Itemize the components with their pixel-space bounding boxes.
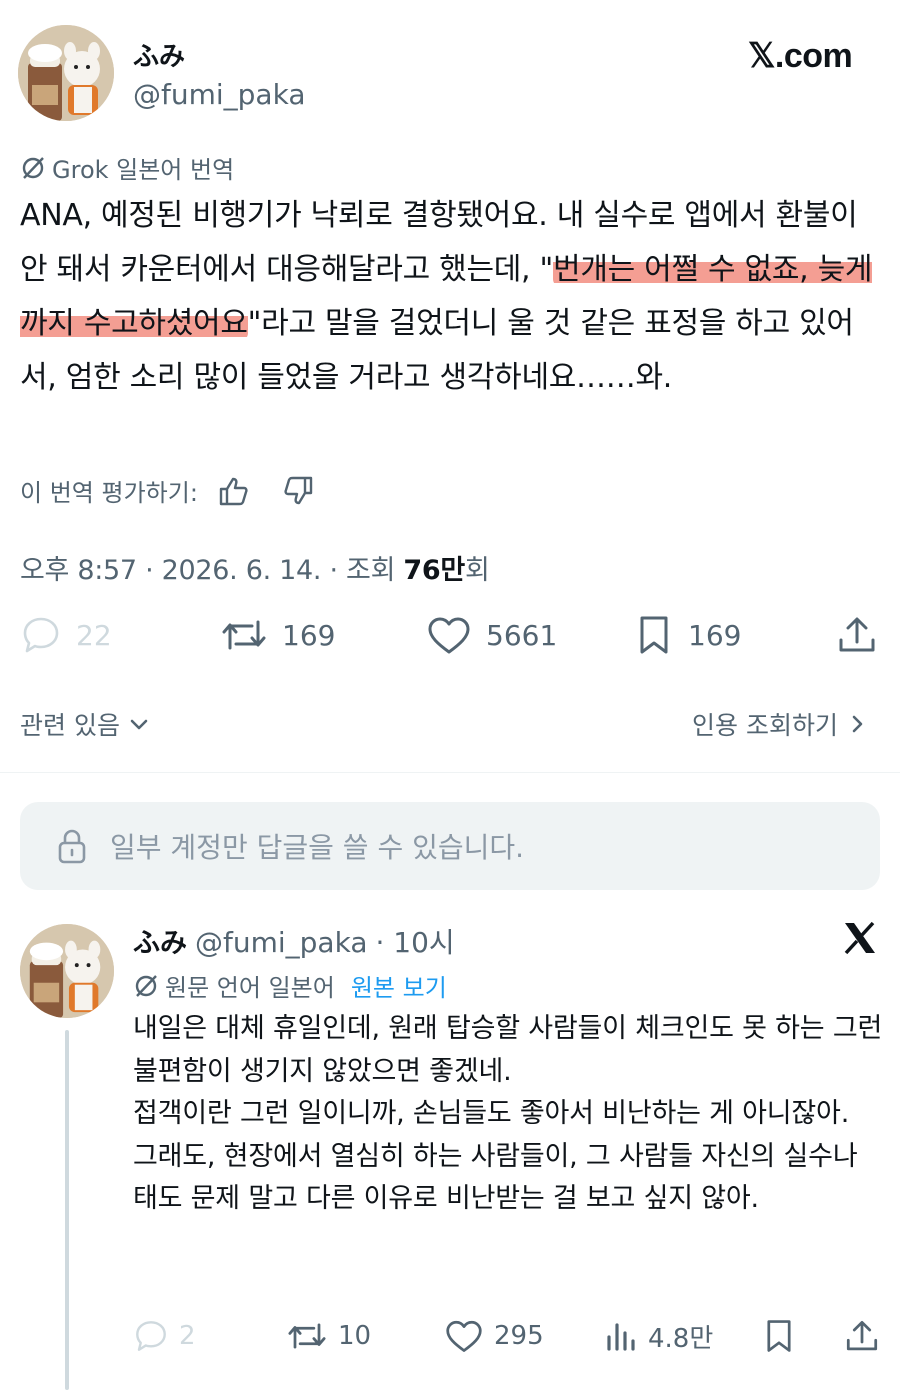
reply-reply-button[interactable]: 2 xyxy=(133,1318,196,1354)
repost-count: 169 xyxy=(282,618,336,652)
reply-avatar[interactable] xyxy=(20,924,114,1018)
reply-count: 22 xyxy=(76,618,112,652)
source-language: 원문 언어 일본어 xyxy=(165,974,335,1002)
translation-label-text: Grok 일본어 번역 xyxy=(52,156,235,184)
reply-translation-row: 원문 언어 일본어 원본 보기 xyxy=(133,968,447,1003)
like-count: 5661 xyxy=(486,618,558,652)
avatar[interactable] xyxy=(18,25,114,121)
reply-bookmark-button[interactable] xyxy=(762,1318,796,1354)
post-meta: 오후 8:57 · 2026. 6. 14. · 조회 76만회 xyxy=(20,548,490,587)
view-suffix: 회 xyxy=(464,555,490,586)
post-timestamp: 오후 8:57 · 2026. 6. 14. · 조회 xyxy=(20,555,404,586)
bookmark-count: 169 xyxy=(688,618,742,652)
divider xyxy=(0,772,900,773)
reply-restriction-text: 일부 계정만 답글을 쓸 수 있습니다. xyxy=(110,831,525,864)
reply-text: 내일은 대체 휴일인데, 원래 탑승할 사람들이 체크인도 못 하는 그런 불편… xyxy=(133,1013,883,1214)
share-button[interactable] xyxy=(836,614,878,656)
lock-icon xyxy=(56,827,88,865)
share-icon xyxy=(844,1318,880,1354)
share-icon xyxy=(836,614,878,656)
repost-icon xyxy=(286,1318,328,1354)
view-original-link[interactable]: 원본 보기 xyxy=(351,968,447,1003)
view-quotes-label: 인용 조회하기 xyxy=(692,711,838,740)
view-count: 76만 xyxy=(403,555,465,586)
bookmark-icon xyxy=(762,1318,796,1354)
translate-icon xyxy=(133,973,159,999)
like-button[interactable]: 5661 xyxy=(426,614,557,656)
post-text: ANA, 예정된 비행기가 낙뢰로 결항됐어요. 내 실수로 앱에서 환불이 안… xyxy=(20,189,882,405)
chevron-right-icon xyxy=(846,713,868,735)
reply-repost-button[interactable]: 10 xyxy=(286,1318,371,1354)
author-name[interactable]: ふみ xyxy=(133,36,185,73)
reply-header: ふみ @fumi_paka · 10시 xyxy=(133,921,455,961)
reply-time[interactable]: · 10시 xyxy=(375,921,454,961)
repost-button[interactable]: 169 xyxy=(220,614,335,656)
thumbs-down-icon[interactable] xyxy=(282,474,316,508)
grok-icon xyxy=(20,155,46,181)
reply-author-handle[interactable]: @fumi_paka xyxy=(195,926,367,959)
chevron-down-icon xyxy=(128,713,150,735)
x-icon xyxy=(842,920,878,956)
reply-share-button[interactable] xyxy=(844,1318,880,1354)
reply-icon xyxy=(133,1318,169,1354)
reply-reply-count: 2 xyxy=(179,1321,196,1351)
heart-icon xyxy=(444,1318,484,1354)
thumbs-up-icon[interactable] xyxy=(216,474,250,508)
reply-restriction-panel: 일부 계정만 답글을 쓸 수 있습니다. xyxy=(20,802,880,890)
thread-line xyxy=(65,1030,69,1390)
translation-label: Grok 일본어 번역 xyxy=(20,150,234,185)
reply-view-count: 4.8만 xyxy=(648,1324,714,1354)
reply-like-button[interactable]: 295 xyxy=(444,1318,544,1354)
rate-label: 이 번역 평가하기: xyxy=(20,479,198,507)
bookmark-button[interactable]: 169 xyxy=(634,614,741,656)
heart-icon xyxy=(426,614,472,656)
repost-icon xyxy=(220,614,268,656)
reply-repost-count: 10 xyxy=(338,1321,372,1351)
view-quotes-link[interactable]: 인용 조회하기 xyxy=(692,706,868,742)
rate-translation: 이 번역 평가하기: xyxy=(20,473,316,508)
reply-icon xyxy=(20,614,62,656)
bookmark-icon xyxy=(634,614,674,656)
related-dropdown[interactable]: 관련 있음 xyxy=(20,706,150,742)
bar-chart-icon xyxy=(604,1319,638,1355)
author-handle[interactable]: @fumi_paka xyxy=(133,78,305,111)
reply-like-count: 295 xyxy=(494,1321,544,1351)
reply-button[interactable]: 22 xyxy=(20,614,112,656)
reply-views-button[interactable]: 4.8만 xyxy=(604,1318,713,1355)
related-label: 관련 있음 xyxy=(20,711,120,740)
reply-author-name[interactable]: ふみ xyxy=(133,921,187,960)
x-logo: 𝕏.com xyxy=(748,37,853,75)
